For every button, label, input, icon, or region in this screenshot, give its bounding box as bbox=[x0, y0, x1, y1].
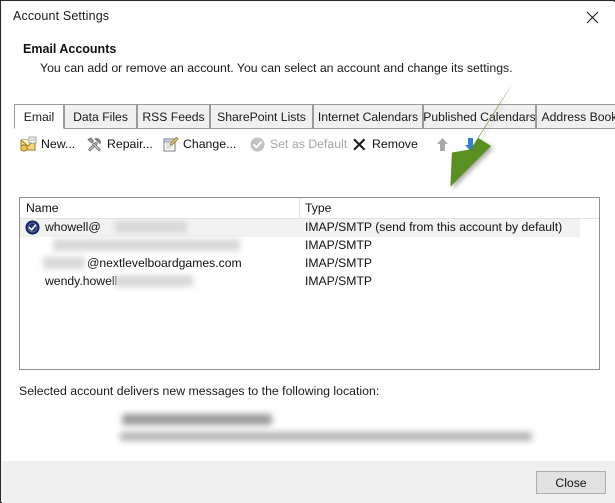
default-account-check-icon bbox=[25, 220, 40, 235]
redacted-delivery-folder bbox=[122, 414, 272, 425]
redacted-name-block bbox=[115, 275, 193, 287]
screenshot-root: Account Settings Email Accounts You can … bbox=[0, 0, 615, 503]
move-down-button[interactable] bbox=[462, 129, 479, 159]
accounts-list[interactable]: Name Type whowell@ IMAP/SMTP (send from … bbox=[19, 197, 600, 370]
set-default-icon bbox=[249, 136, 266, 153]
new-account-icon bbox=[20, 136, 37, 153]
window-title: Account Settings bbox=[13, 9, 110, 23]
tab-sharepoint-lists[interactable]: SharePoint Lists bbox=[210, 104, 313, 129]
set-as-default-label: Set as Default bbox=[270, 137, 348, 151]
accounts-toolbar: New... Repair... Change... Set as Defaul… bbox=[14, 129, 603, 161]
tab-address-books[interactable]: Address Books bbox=[536, 104, 615, 129]
table-row[interactable]: @nextlevelboardgames.com IMAP/SMTP bbox=[20, 255, 580, 273]
remove-account-label: Remove bbox=[372, 137, 418, 151]
remove-account-button[interactable]: Remove bbox=[351, 129, 418, 159]
repair-label: Repair... bbox=[107, 137, 153, 151]
move-up-arrow-icon bbox=[434, 136, 451, 153]
dialog-footer: Close bbox=[2, 461, 615, 503]
tab-data-files[interactable]: Data Files bbox=[64, 104, 137, 129]
tab-email[interactable]: Email bbox=[14, 104, 64, 129]
tab-strip: Email Data Files RSS Feeds SharePoint Li… bbox=[14, 104, 615, 129]
delivery-location-label: Selected account delivers new messages t… bbox=[19, 384, 380, 398]
account-name: whowell@ bbox=[45, 220, 101, 234]
change-account-button[interactable]: Change... bbox=[162, 129, 236, 159]
account-type: IMAP/SMTP bbox=[305, 256, 373, 270]
set-as-default-button: Set as Default bbox=[249, 129, 347, 159]
redacted-name-block bbox=[115, 221, 187, 233]
redacted-delivery-path bbox=[120, 432, 532, 441]
new-account-button[interactable]: New... bbox=[20, 129, 75, 159]
close-button[interactable]: Close bbox=[536, 471, 606, 494]
redacted-name-block bbox=[53, 239, 240, 251]
change-icon bbox=[162, 136, 179, 153]
table-row[interactable]: wendy.howell IMAP/SMTP bbox=[20, 273, 580, 291]
new-account-label: New... bbox=[41, 137, 76, 151]
account-name: wendy.howell bbox=[45, 274, 118, 288]
page-title: Email Accounts bbox=[23, 42, 117, 56]
tab-published-calendars[interactable]: Published Calendars bbox=[423, 104, 536, 129]
account-name: @nextlevelboardgames.com bbox=[87, 256, 242, 270]
account-type: IMAP/SMTP (send from this account by def… bbox=[305, 220, 563, 234]
table-row[interactable]: IMAP/SMTP bbox=[20, 237, 580, 255]
move-down-arrow-icon bbox=[462, 136, 479, 153]
column-header-name[interactable]: Name bbox=[26, 201, 59, 215]
account-type: IMAP/SMTP bbox=[305, 274, 373, 288]
dialog-content: Email Accounts You can add or remove an … bbox=[2, 32, 615, 461]
redacted-name-block bbox=[43, 257, 85, 269]
list-header-row: Name Type bbox=[20, 198, 599, 219]
account-settings-dialog: Account Settings Email Accounts You can … bbox=[0, 0, 615, 503]
repair-button[interactable]: Repair... bbox=[86, 129, 153, 159]
page-subtitle: You can add or remove an account. You ca… bbox=[40, 61, 513, 75]
window-close-button[interactable] bbox=[569, 2, 615, 32]
account-type: IMAP/SMTP bbox=[305, 238, 373, 252]
column-header-type[interactable]: Type bbox=[305, 201, 331, 215]
move-up-button bbox=[434, 129, 451, 159]
remove-x-icon bbox=[351, 136, 368, 153]
repair-icon bbox=[86, 136, 103, 153]
change-account-label: Change... bbox=[183, 137, 237, 151]
close-x-icon bbox=[586, 11, 598, 23]
tab-internet-calendars[interactable]: Internet Calendars bbox=[313, 104, 423, 129]
table-row[interactable]: whowell@ IMAP/SMTP (send from this accou… bbox=[20, 219, 580, 237]
tab-rss-feeds[interactable]: RSS Feeds bbox=[137, 104, 210, 129]
column-divider bbox=[299, 198, 300, 218]
title-bar: Account Settings bbox=[2, 2, 615, 32]
